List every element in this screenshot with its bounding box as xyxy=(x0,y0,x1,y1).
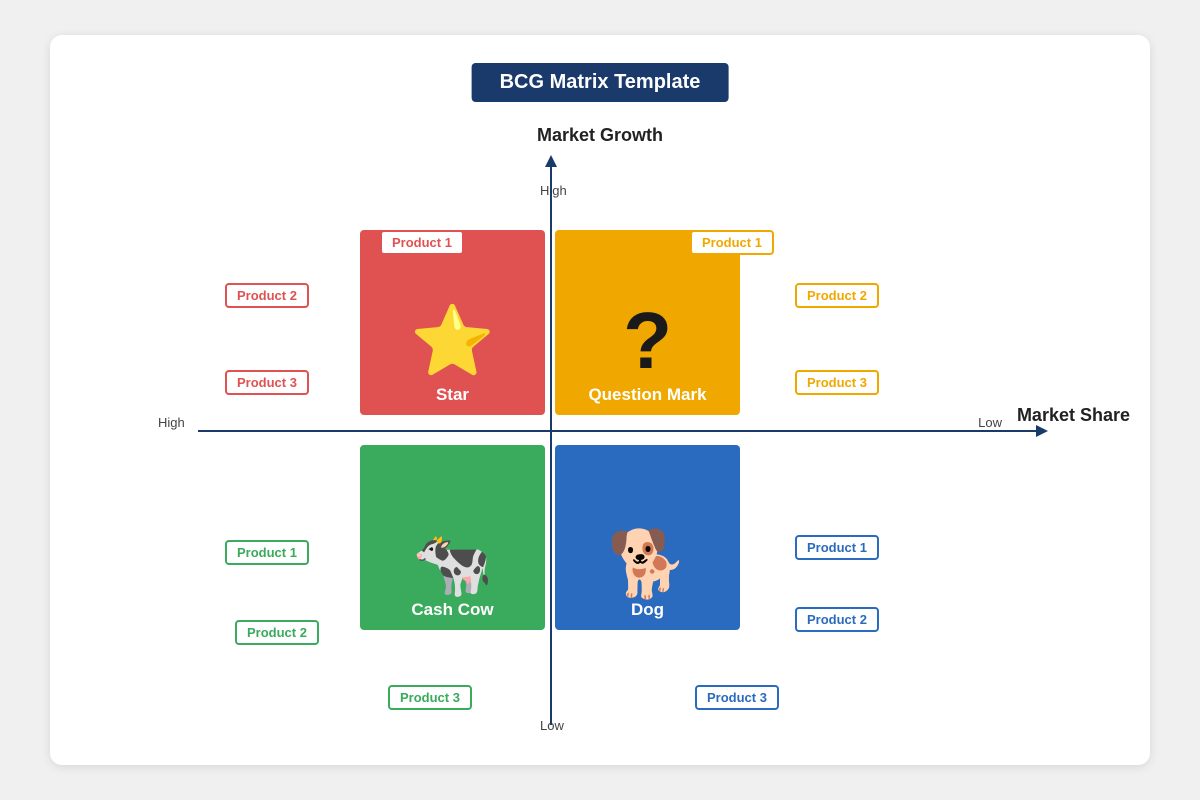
question-mark-label: Question Mark xyxy=(588,385,706,405)
vertical-axis xyxy=(550,165,552,725)
cc-product-1[interactable]: Product 1 xyxy=(225,540,309,565)
cash-cow-quadrant: 🐄 Cash Cow xyxy=(360,445,545,630)
cash-cow-label: Cash Cow xyxy=(411,600,493,620)
chart-title: BCG Matrix Template xyxy=(472,63,729,102)
question-mark-quadrant: ? Question Mark xyxy=(555,230,740,415)
horizontal-low-label: Low xyxy=(978,415,1002,430)
dog-product-2[interactable]: Product 2 xyxy=(795,607,879,632)
cow-icon: 🐄 xyxy=(412,531,493,596)
question-mark-icon: ? xyxy=(623,301,672,381)
dog-quadrant: 🐕 Dog xyxy=(555,445,740,630)
cc-product-2[interactable]: Product 2 xyxy=(235,620,319,645)
dog-product-1[interactable]: Product 1 xyxy=(795,535,879,560)
qm-product-1[interactable]: Product 1 xyxy=(690,230,774,255)
qm-product-2[interactable]: Product 2 xyxy=(795,283,879,308)
qm-product-3[interactable]: Product 3 xyxy=(795,370,879,395)
cc-product-3[interactable]: Product 3 xyxy=(388,685,472,710)
star-icon: ⭐ xyxy=(410,301,495,381)
star-label: Star xyxy=(436,385,469,405)
horizontal-axis xyxy=(198,430,1038,432)
star-product-3[interactable]: Product 3 xyxy=(225,370,309,395)
dog-icon: 🐕 xyxy=(607,531,688,596)
market-growth-label: Market Growth xyxy=(537,125,663,146)
dog-product-3[interactable]: Product 3 xyxy=(695,685,779,710)
star-quadrant: ⭐ Star xyxy=(360,230,545,415)
dog-label: Dog xyxy=(631,600,664,620)
bcg-matrix-chart: BCG Matrix Template Market Growth High L… xyxy=(50,35,1150,765)
star-product-2[interactable]: Product 2 xyxy=(225,283,309,308)
star-product-1[interactable]: Product 1 xyxy=(380,230,464,255)
vertical-high-label: High xyxy=(540,183,567,198)
horizontal-high-label: High xyxy=(158,415,185,430)
market-share-label: Market Share xyxy=(1017,405,1130,426)
